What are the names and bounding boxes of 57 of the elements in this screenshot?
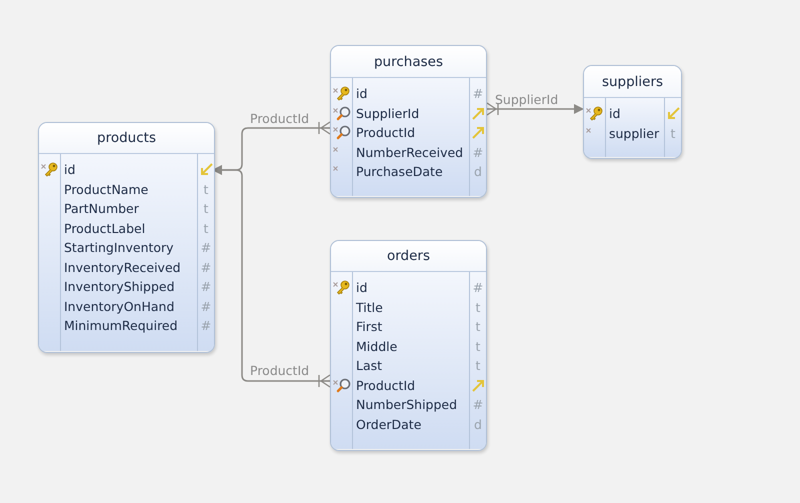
field-type: t — [476, 358, 480, 374]
field-name: ProductName — [64, 182, 148, 197]
field-type: # — [200, 318, 212, 334]
field-type: # — [200, 279, 212, 294]
table-title: suppliers — [602, 74, 664, 90]
field-name: id — [64, 162, 76, 178]
key-icon — [589, 106, 603, 121]
field-type: # — [200, 260, 212, 275]
relationship-label: ProductId — [250, 363, 310, 378]
field-name: NumberReceived — [356, 144, 464, 160]
field-type: # — [472, 86, 484, 102]
field-type: t — [670, 126, 676, 141]
field-name: Last — [356, 358, 382, 374]
field-name: NumberShipped — [356, 397, 458, 412]
key-icon — [336, 280, 350, 295]
relationship-label: SupplierId — [495, 92, 558, 107]
field-name: InventoryReceived — [64, 260, 181, 275]
key-icon — [336, 86, 350, 101]
field-name: ProductId — [356, 125, 416, 140]
field-name: id — [356, 86, 368, 102]
field-name: First — [356, 319, 382, 334]
field-name: MinimumRequired — [64, 318, 178, 334]
field-name: PurchaseDate — [356, 164, 443, 180]
field-type: # — [200, 298, 212, 314]
field-type: t — [476, 319, 480, 334]
field-name: ProductLabel — [64, 220, 146, 236]
field-type: # — [472, 144, 484, 160]
field-type: # — [472, 397, 484, 412]
field-name: StartingInventory — [64, 240, 174, 256]
field-type: # — [200, 240, 212, 256]
field-name: Title — [356, 300, 383, 315]
table-title: products — [97, 130, 156, 146]
field-name: ProductId — [356, 378, 416, 393]
field-name: InventoryOnHand — [64, 298, 174, 314]
field-type: t — [476, 338, 480, 354]
field-type: d — [474, 416, 482, 432]
table-title: orders — [386, 248, 430, 264]
field-name: InventoryShipped — [64, 279, 175, 294]
key-icon — [44, 162, 58, 177]
field-name: supplier — [609, 126, 660, 141]
field-name: id — [356, 280, 368, 296]
field-name: OrderDate — [356, 416, 422, 432]
field-name: id — [609, 106, 620, 122]
lookup-icon — [336, 106, 351, 120]
lookup-icon — [336, 378, 351, 392]
field-name: SupplierId — [356, 106, 420, 121]
field-type: t — [204, 220, 208, 236]
field-name: PartNumber — [64, 201, 139, 216]
relationship-label: ProductId — [250, 111, 310, 126]
field-type: d — [474, 164, 482, 180]
field-name: Middle — [356, 338, 398, 354]
table-title: purchases — [374, 54, 443, 70]
field-type: t — [476, 300, 480, 315]
field-type: # — [472, 280, 484, 296]
field-type: t — [204, 201, 208, 216]
lookup-icon — [336, 125, 351, 140]
field-type: t — [204, 182, 208, 197]
